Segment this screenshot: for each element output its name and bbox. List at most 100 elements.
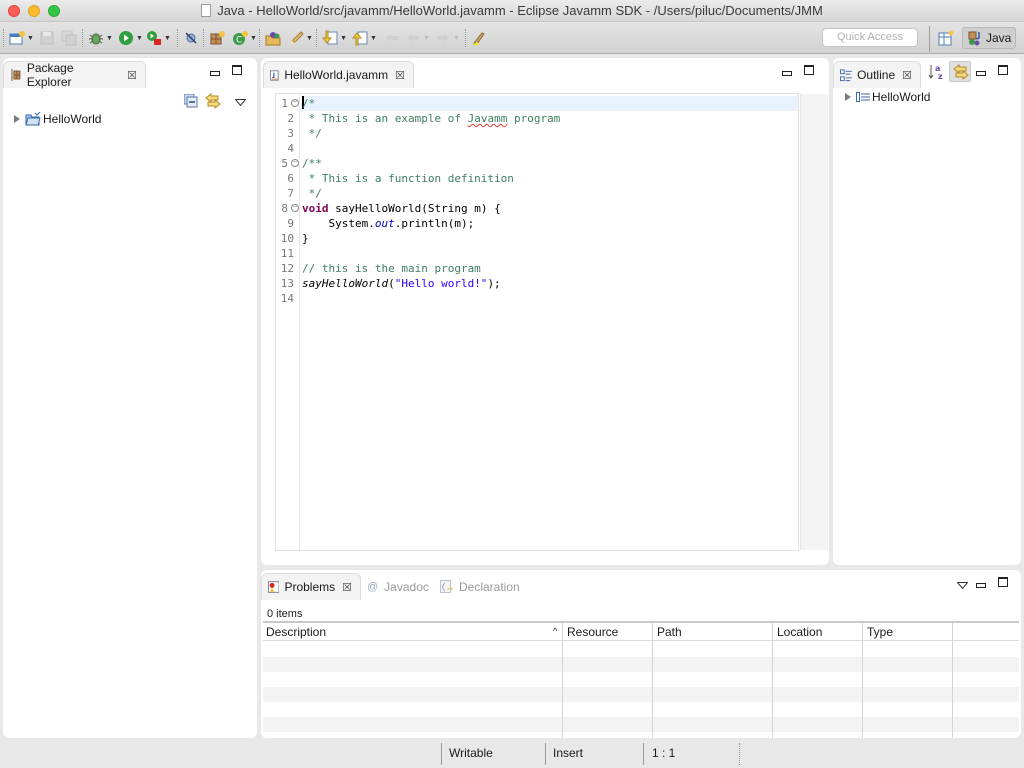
outline-item-helloworld[interactable]: HelloWorld (845, 90, 930, 104)
column-divider[interactable] (862, 623, 863, 738)
open-task-icon (290, 31, 304, 45)
line-number: 11 (280, 247, 294, 260)
save-all-button[interactable] (61, 29, 77, 47)
last-edit-location-button[interactable] (384, 29, 400, 47)
line-number: 1 (281, 97, 288, 110)
maximize-editor-button[interactable] (804, 65, 814, 78)
status-bar: Writable Insert 1 : 1 (0, 740, 1024, 768)
link-with-editor-button[interactable] (205, 92, 221, 112)
column-divider[interactable] (652, 623, 653, 738)
tree-item-helloworld[interactable]: HelloWorld (14, 112, 101, 126)
tab-problems[interactable]: Problems ☒ (261, 573, 361, 600)
maximize-icon (804, 65, 814, 75)
save-button[interactable] (39, 29, 55, 47)
code-editor[interactable]: 1−2 3 4 5−6 7 8−9 10 11 12 13 14 /* * This is an e… (275, 93, 828, 551)
open-type-icon (265, 32, 281, 46)
java-perspective-button[interactable]: Java (962, 27, 1016, 49)
close-tab-icon[interactable]: ☒ (395, 69, 405, 82)
skip-breakpoints-button[interactable] (183, 29, 199, 47)
back-button[interactable]: ▼ (405, 29, 430, 47)
maximize-view-button[interactable] (998, 65, 1008, 78)
status-separator (441, 743, 442, 765)
column-header-path[interactable]: Path (655, 625, 682, 639)
minimize-editor-button[interactable] (782, 67, 792, 79)
line-number: 6 (287, 172, 294, 185)
column-divider[interactable] (562, 623, 563, 738)
view-menu-button[interactable] (956, 578, 969, 592)
package-explorer-panel: Package Explorer ☒ HelloWorld (3, 58, 257, 738)
forward-icon (437, 34, 449, 42)
java-perspective-icon (968, 31, 980, 46)
column-header-resource[interactable]: Resource (565, 625, 618, 639)
table-row (263, 657, 1019, 672)
forward-button[interactable]: ▼ (435, 29, 460, 47)
tab-javadoc[interactable]: @ Javadoc (367, 576, 429, 598)
expand-icon[interactable] (14, 115, 20, 123)
new-class-icon: C (233, 31, 248, 46)
maximize-view-button[interactable] (998, 577, 1008, 590)
toolbar-separator (3, 29, 4, 47)
previous-annotation-button[interactable]: ▼ (352, 29, 377, 47)
link-with-editor-toggle[interactable] (949, 61, 971, 82)
open-perspective-button[interactable] (938, 30, 954, 49)
code-token: program (507, 112, 561, 125)
quick-access-input[interactable]: Quick Access (822, 28, 918, 47)
new-package-button[interactable] (209, 29, 225, 47)
minimize-view-button[interactable] (976, 67, 986, 79)
close-tab-icon[interactable]: ☒ (342, 581, 352, 594)
highlight-icon (472, 32, 485, 45)
column-header-location[interactable]: Location (775, 625, 822, 639)
editor-overview-ruler[interactable] (800, 94, 828, 550)
tab-label: HelloWorld.javamm (284, 68, 389, 82)
code-line: void sayHelloWorld(String m) { (301, 201, 798, 216)
line-number: 13 (280, 277, 294, 290)
column-divider[interactable] (772, 623, 773, 738)
run-external-tools-button[interactable]: ▼ (146, 29, 171, 47)
sort-button[interactable]: az (928, 63, 946, 84)
minimize-view-button[interactable] (976, 579, 986, 591)
code-line: */ (301, 126, 798, 141)
fold-toggle-icon[interactable]: − (291, 204, 299, 212)
run-icon (119, 31, 133, 45)
code-token: * This is a function definition (302, 172, 514, 185)
tab-helloworld-javamm[interactable]: HelloWorld.javamm ☒ (263, 61, 414, 88)
code-token: System. (302, 217, 375, 230)
collapse-all-button[interactable] (183, 93, 198, 111)
toolbar-separator (465, 29, 466, 47)
code-line: /** (301, 156, 798, 171)
code-token: // this is the main program (302, 262, 481, 275)
open-task-button[interactable]: ▼ (288, 29, 313, 47)
next-annotation-button[interactable]: ▼ (322, 29, 347, 47)
close-tab-icon[interactable]: ☒ (902, 69, 912, 82)
column-header-type[interactable]: Type (865, 625, 893, 639)
back-icon (407, 34, 419, 42)
new-package-icon (210, 31, 225, 45)
new-wizard-button[interactable]: ▼ (9, 29, 34, 47)
toolbar-separator (82, 29, 83, 47)
line-number: 5 (281, 157, 288, 170)
fold-toggle-icon[interactable]: − (291, 99, 299, 107)
new-class-button[interactable]: C ▼ (232, 29, 257, 47)
column-header-description[interactable]: Description (264, 625, 326, 639)
maximize-view-button[interactable] (232, 65, 242, 78)
debug-button[interactable]: ▼ (88, 29, 113, 47)
highlight-button[interactable] (471, 29, 487, 47)
maximize-icon (998, 577, 1008, 587)
tab-package-explorer[interactable]: Package Explorer ☒ (3, 61, 146, 89)
tab-label: Outline (857, 68, 896, 82)
tab-outline[interactable]: Outline ☒ (833, 61, 921, 88)
fold-toggle-icon[interactable]: − (291, 159, 299, 167)
tab-label: Javadoc (384, 580, 429, 594)
minimize-view-button[interactable] (210, 67, 220, 79)
tab-declaration[interactable]: Declaration (440, 576, 520, 598)
outline-item-label: HelloWorld (872, 90, 931, 104)
sort-ascending-icon: ^ (553, 626, 558, 636)
close-tab-icon[interactable]: ☒ (127, 69, 137, 82)
javadoc-icon: @ (367, 581, 379, 593)
link-with-editor-icon (205, 92, 221, 110)
column-divider[interactable] (952, 623, 953, 738)
run-button[interactable]: ▼ (118, 29, 143, 47)
expand-icon[interactable] (845, 93, 851, 101)
open-type-button[interactable] (265, 29, 281, 47)
problems-table: Description ^ Resource Path Location Typ… (263, 621, 1019, 738)
